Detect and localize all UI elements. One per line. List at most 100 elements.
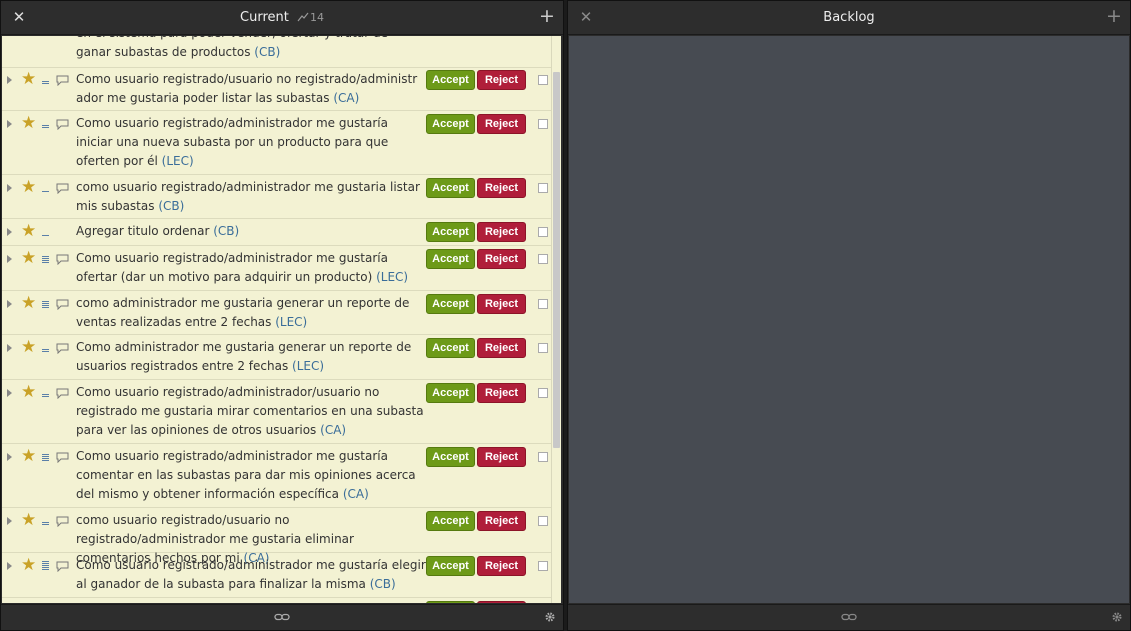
- select-checkbox[interactable]: [538, 452, 548, 462]
- accept-button[interactable]: Accept: [426, 70, 475, 90]
- comment-icon[interactable]: [56, 388, 69, 399]
- comment-icon[interactable]: [56, 561, 69, 572]
- reject-button[interactable]: Reject: [477, 383, 526, 403]
- epic-label[interactable]: (CB): [158, 199, 184, 213]
- story-row[interactable]: ★ como administrador me gustaria generar …: [2, 291, 551, 335]
- comment-icon[interactable]: [56, 516, 69, 527]
- story-row[interactable]: ★ como usuario registrado/usuario no regi…: [2, 508, 551, 565]
- select-checkbox[interactable]: [538, 119, 548, 129]
- select-checkbox[interactable]: [538, 516, 548, 526]
- epic-label[interactable]: (CA): [343, 487, 369, 501]
- reject-button[interactable]: Reject: [477, 222, 526, 242]
- epic-label[interactable]: (CA): [320, 423, 346, 437]
- story-row[interactable]: ★ Como administrador me gustaria generar …: [2, 335, 551, 380]
- star-icon[interactable]: ★: [21, 115, 36, 132]
- estimate-icon[interactable]: [42, 235, 49, 237]
- select-checkbox[interactable]: [538, 343, 548, 353]
- estimate-icon[interactable]: [42, 561, 49, 571]
- comment-icon[interactable]: [56, 183, 69, 194]
- star-icon[interactable]: ★: [21, 295, 36, 312]
- story-partial[interactable]: en el sistema para poder vender, ofertar…: [2, 36, 551, 68]
- accept-button[interactable]: Accept: [426, 338, 475, 358]
- expand-arrow-icon[interactable]: [7, 453, 12, 461]
- star-icon[interactable]: ★: [21, 71, 36, 88]
- expand-arrow-icon[interactable]: [7, 344, 12, 352]
- star-icon[interactable]: ★: [21, 557, 36, 574]
- select-checkbox[interactable]: [538, 561, 548, 571]
- select-checkbox[interactable]: [538, 75, 548, 85]
- comment-icon[interactable]: [56, 343, 69, 354]
- accept-button[interactable]: Accept: [426, 249, 475, 269]
- accept-button[interactable]: Accept: [426, 114, 475, 134]
- select-checkbox[interactable]: [538, 299, 548, 309]
- reject-button[interactable]: Reject: [477, 178, 526, 198]
- comment-icon[interactable]: [56, 119, 69, 130]
- star-icon[interactable]: ★: [21, 384, 36, 401]
- plus-icon[interactable]: +: [539, 6, 555, 26]
- story-row[interactable]: [2, 598, 551, 603]
- expand-arrow-icon[interactable]: [7, 300, 12, 308]
- accept-button[interactable]: [426, 601, 475, 603]
- estimate-icon[interactable]: [42, 454, 49, 462]
- expand-arrow-icon[interactable]: [7, 255, 12, 263]
- star-icon[interactable]: ★: [21, 512, 36, 529]
- gear-icon[interactable]: [1111, 611, 1123, 623]
- estimate-icon[interactable]: [42, 191, 49, 193]
- star-icon[interactable]: ★: [21, 448, 36, 465]
- reject-button[interactable]: Reject: [477, 114, 526, 134]
- reject-button[interactable]: Reject: [477, 556, 526, 576]
- star-icon[interactable]: ★: [21, 339, 36, 356]
- accept-button[interactable]: Accept: [426, 447, 475, 467]
- story-row[interactable]: ★ Como usuario registrado/administrador m…: [2, 111, 551, 175]
- epic-label[interactable]: (LEC): [275, 315, 307, 329]
- reject-button[interactable]: Reject: [477, 70, 526, 90]
- scrollbar-thumb[interactable]: [553, 72, 560, 448]
- story-row[interactable]: ★ Como usuario registrado/administrador m…: [2, 246, 551, 291]
- link-icon[interactable]: [841, 611, 857, 623]
- expand-arrow-icon[interactable]: [7, 120, 12, 128]
- accept-button[interactable]: Accept: [426, 294, 475, 314]
- epic-label[interactable]: (CB): [254, 45, 280, 59]
- comment-icon[interactable]: [56, 75, 69, 86]
- epic-label[interactable]: (LEC): [162, 154, 194, 168]
- story-row[interactable]: ★ Agregar titulo ordenar (CB) Accept Reject: [2, 219, 551, 246]
- epic-label[interactable]: (CB): [213, 224, 239, 238]
- gear-icon[interactable]: [544, 611, 556, 623]
- accept-button[interactable]: Accept: [426, 511, 475, 531]
- select-checkbox[interactable]: [538, 227, 548, 237]
- accept-button[interactable]: Accept: [426, 556, 475, 576]
- select-checkbox[interactable]: [538, 254, 548, 264]
- story-row[interactable]: ★ Como usuario registrado/administrador m…: [2, 553, 551, 598]
- expand-arrow-icon[interactable]: [7, 389, 12, 397]
- reject-button[interactable]: Reject: [477, 294, 526, 314]
- epic-label[interactable]: (LEC): [376, 270, 408, 284]
- accept-button[interactable]: Accept: [426, 383, 475, 403]
- expand-arrow-icon[interactable]: [7, 184, 12, 192]
- reject-button[interactable]: [477, 601, 526, 603]
- story-row[interactable]: ★ Como usuario registrado/administrador/u…: [2, 380, 551, 444]
- comment-icon[interactable]: [56, 299, 69, 310]
- accept-button[interactable]: Accept: [426, 222, 475, 242]
- reject-button[interactable]: Reject: [477, 511, 526, 531]
- story-row[interactable]: ★ Como usuario registrado/usuario no regi…: [2, 67, 551, 111]
- link-icon[interactable]: [274, 611, 290, 623]
- story-row[interactable]: ★ como usuario registrado/administrador m…: [2, 175, 551, 219]
- epic-label[interactable]: (CA): [333, 91, 359, 105]
- comment-icon[interactable]: [56, 254, 69, 265]
- estimate-icon[interactable]: [42, 394, 49, 398]
- estimate-icon[interactable]: [42, 522, 49, 526]
- estimate-icon[interactable]: [42, 256, 49, 264]
- star-icon[interactable]: ★: [21, 179, 36, 196]
- reject-button[interactable]: Reject: [477, 447, 526, 467]
- star-icon[interactable]: ★: [21, 250, 36, 267]
- plus-icon[interactable]: +: [1106, 6, 1122, 26]
- select-checkbox[interactable]: [538, 388, 548, 398]
- select-checkbox[interactable]: [538, 183, 548, 193]
- epic-label[interactable]: (CB): [370, 577, 396, 591]
- scrollbar[interactable]: [551, 36, 561, 603]
- reject-button[interactable]: Reject: [477, 249, 526, 269]
- expand-arrow-icon[interactable]: [7, 562, 12, 570]
- estimate-icon[interactable]: [42, 349, 49, 353]
- expand-arrow-icon[interactable]: [7, 228, 12, 236]
- comment-icon[interactable]: [56, 452, 69, 463]
